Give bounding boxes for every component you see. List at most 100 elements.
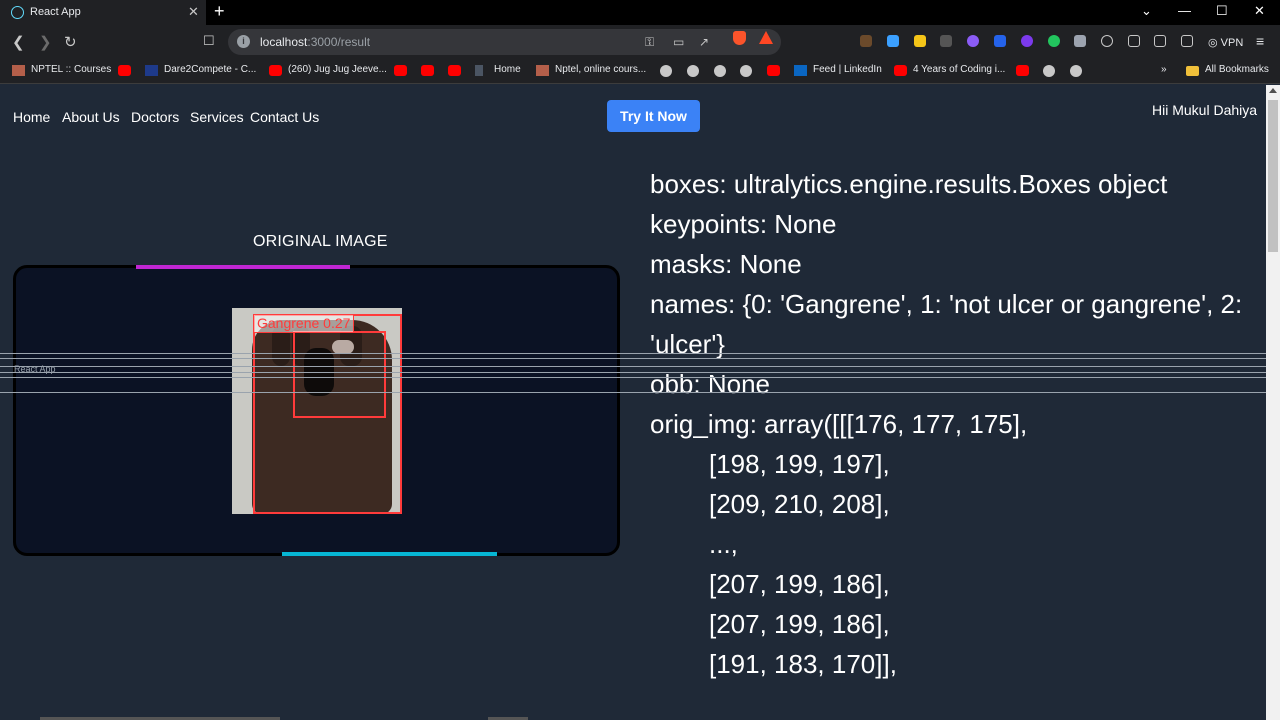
bookmarks-overflow-icon[interactable]: » (1161, 64, 1167, 75)
brave-shields-icon[interactable] (733, 31, 746, 45)
bookmarks-bar: NPTEL :: Courses Dare2Compete - C... (26… (0, 59, 1280, 84)
extension-icon[interactable] (940, 35, 952, 47)
wallet-icon[interactable] (1181, 35, 1193, 47)
info-icon[interactable] (1101, 35, 1113, 47)
array-row: [209, 210, 208], (709, 489, 890, 519)
card-accent-bottom (282, 552, 497, 556)
glitch-line (0, 358, 1266, 359)
result-line: keypoints: None (650, 209, 837, 239)
shield-icon[interactable] (1074, 35, 1086, 47)
result-line: boxes: ultralytics.engine.results.Boxes … (650, 169, 1168, 199)
vertical-scrollbar[interactable] (1266, 85, 1280, 720)
puzzle-icon[interactable] (1128, 35, 1140, 47)
tab-close-icon[interactable]: ✕ (188, 4, 199, 20)
globe-icon[interactable] (714, 65, 726, 77)
nav-link-contact[interactable]: Contact Us (250, 109, 319, 125)
linkedin-icon (794, 65, 807, 76)
reload-icon[interactable]: ↻ (64, 33, 77, 51)
site-info-icon[interactable]: i (237, 35, 250, 48)
close-window-icon[interactable]: ✕ (1254, 3, 1265, 19)
youtube-icon[interactable] (118, 65, 131, 76)
screenshot-extension-icon[interactable] (887, 35, 899, 47)
page-content: Home About Us Doctors Services Contact U… (0, 85, 1266, 720)
result-line: 'ulcer'} (650, 329, 725, 359)
address-bar[interactable]: i localhost:3000/result ⚿ ▭ ↗ (228, 29, 781, 55)
key-icon[interactable]: ⚿ (645, 35, 654, 50)
youtube-icon[interactable] (394, 65, 407, 76)
nptel-icon (536, 65, 549, 76)
detection-box (293, 331, 386, 418)
nav-link-home[interactable]: Home (13, 109, 50, 125)
menu-icon[interactable]: ≡ (1256, 33, 1264, 49)
globe-icon[interactable] (687, 65, 699, 77)
glitch-ghost-text: React App (14, 364, 56, 374)
result-line: names: {0: 'Gangrene', 1: 'not ulcer or … (650, 289, 1243, 319)
extension-icon[interactable] (1048, 35, 1060, 47)
all-bookmarks-button[interactable]: All Bookmarks (1205, 64, 1269, 75)
cast-icon[interactable]: ▭ (673, 35, 684, 49)
try-it-now-button[interactable]: Try It Now (607, 100, 700, 132)
youtube-icon (894, 65, 907, 76)
bookmark-item[interactable]: 4 Years of Coding i... (913, 64, 1005, 75)
array-row: [198, 199, 197], (709, 449, 890, 479)
maximize-icon[interactable]: ☐ (1216, 3, 1228, 19)
url-text[interactable]: localhost:3000/result (260, 35, 370, 49)
leaf-icon (475, 65, 483, 76)
extension-icon[interactable] (967, 35, 979, 47)
array-row: [191, 183, 170]], (709, 649, 897, 679)
forward-icon[interactable]: ❯ (39, 33, 52, 51)
bookmark-item[interactable]: NPTEL :: Courses (31, 64, 111, 75)
new-tab-icon[interactable]: + (214, 1, 225, 22)
youtube-icon[interactable] (1016, 65, 1029, 76)
nav-link-doctors[interactable]: Doctors (131, 109, 179, 125)
globe-icon[interactable] (1070, 65, 1082, 77)
glitch-line (0, 392, 1266, 393)
glitch-line (0, 366, 1266, 367)
globe-icon[interactable] (740, 65, 752, 77)
globe-icon[interactable] (660, 65, 672, 77)
browser-toolbar: ❮ ❯ ↻ ☐ i localhost:3000/result ⚿ ▭ ↗ ◎ … (0, 25, 1280, 59)
bookmark-item[interactable]: (260) Jug Jug Jeeve... (288, 64, 387, 75)
youtube-icon[interactable] (767, 65, 780, 76)
sidebar-icon[interactable] (1154, 35, 1166, 47)
bookmark-item[interactable]: Nptel, online cours... (555, 64, 646, 75)
extension-icon[interactable] (860, 35, 872, 47)
bookmark-item[interactable]: Home (494, 64, 521, 75)
nav-link-about[interactable]: About Us (62, 109, 120, 125)
tab-title: React App (30, 6, 81, 18)
scrollbar-thumb[interactable] (1268, 100, 1278, 252)
minimize-icon[interactable]: — (1178, 3, 1191, 18)
youtube-icon[interactable] (421, 65, 434, 76)
unstop-icon (145, 65, 158, 76)
back-icon[interactable]: ❮ (12, 33, 25, 51)
extension-icon[interactable] (1021, 35, 1033, 47)
folder-icon (1186, 66, 1199, 76)
original-image-title: ORIGINAL IMAGE (253, 233, 388, 250)
bookmark-page-icon[interactable]: ☐ (203, 33, 215, 49)
glitch-line (0, 377, 1266, 378)
globe-icon[interactable] (1043, 65, 1055, 77)
array-row: [207, 199, 186], (709, 569, 890, 599)
browser-tab-bar: React App ✕ + ⌄ — ☐ ✕ (0, 0, 1280, 25)
youtube-icon (269, 65, 282, 76)
vpn-button[interactable]: ◎ VPN (1208, 36, 1243, 49)
extension-icon[interactable] (994, 35, 1006, 47)
share-icon[interactable]: ↗ (699, 35, 709, 49)
array-row: ..., (709, 529, 738, 559)
youtube-icon[interactable] (448, 65, 461, 76)
result-line: orig_img: array([[[176, 177, 175], (650, 409, 1028, 439)
brave-rewards-icon[interactable] (759, 31, 773, 44)
card-accent-top (136, 265, 350, 269)
bookmark-item[interactable]: Dare2Compete - C... (164, 64, 256, 75)
nav-link-services[interactable]: Services (190, 109, 244, 125)
browser-tab[interactable]: React App ✕ (0, 0, 206, 25)
tab-search-icon[interactable]: ⌄ (1141, 3, 1152, 19)
bookmark-item[interactable]: Feed | LinkedIn (813, 64, 882, 75)
scroll-up-icon[interactable] (1269, 88, 1277, 93)
array-row: [207, 199, 186], (709, 609, 890, 639)
result-line: obb: None (650, 369, 770, 399)
nptel-icon (12, 65, 25, 76)
react-logo-icon (11, 6, 24, 19)
glitch-line (0, 353, 1266, 354)
highlighter-extension-icon[interactable] (914, 35, 926, 47)
